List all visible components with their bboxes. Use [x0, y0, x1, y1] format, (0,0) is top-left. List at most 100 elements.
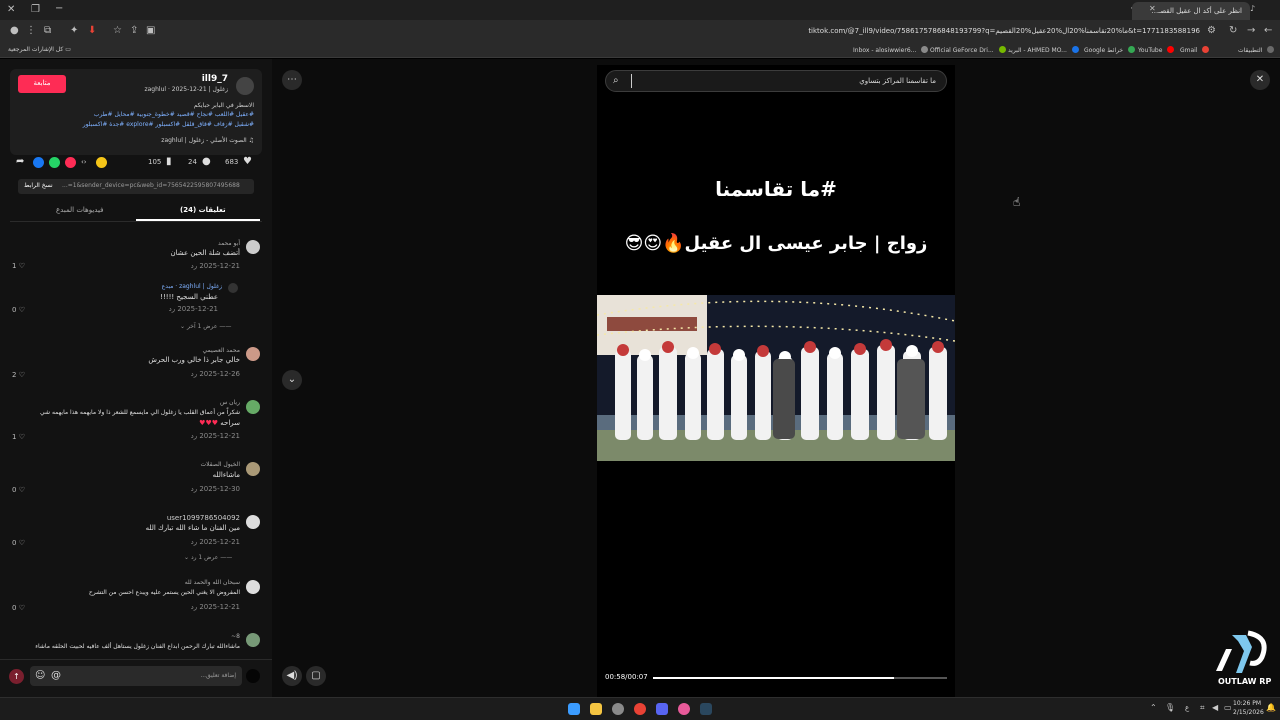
- user-avatar[interactable]: [246, 669, 260, 683]
- comment-author[interactable]: user1099786504092: [167, 514, 240, 522]
- video-progress-track[interactable]: [653, 677, 947, 679]
- battery-icon[interactable]: ▭: [1224, 703, 1232, 712]
- forward-icon[interactable]: →: [1247, 26, 1255, 36]
- clock-time[interactable]: 10:26 PM: [1233, 700, 1261, 707]
- comment-like[interactable]: 0 ♡: [12, 604, 25, 612]
- bookmark-mail[interactable]: البريد - AHMED MO...: [1008, 46, 1079, 54]
- comment-avatar[interactable]: [246, 580, 260, 594]
- post-hashtags-1[interactable]: #عقيل #اللعب #نجاح #قصيد #خطوة_جنوبية #م…: [94, 111, 254, 118]
- bookmark-apps[interactable]: التطبيقات: [1238, 46, 1275, 54]
- view-more-replies[interactable]: —— عرض 1 رد ⌄: [184, 554, 232, 561]
- comment-avatar[interactable]: [246, 240, 260, 254]
- pip-button[interactable]: ▢: [306, 666, 326, 686]
- steam-icon[interactable]: [700, 703, 712, 715]
- share-icon[interactable]: ⇪: [130, 26, 138, 36]
- comment-like[interactable]: 0 ♡: [12, 306, 25, 314]
- post-hashtags-2[interactable]: #شقيل #زفاف #قاق_قلقل #اكسبلور #explore …: [83, 121, 254, 128]
- comment-author[interactable]: محمد العصيمي: [203, 347, 241, 354]
- comment-like[interactable]: 1 ♡: [12, 262, 25, 270]
- puzzle-icon[interactable]: ✦: [70, 26, 78, 36]
- comment-avatar[interactable]: [246, 633, 260, 647]
- comment-author[interactable]: الخيول الصقلات: [200, 461, 240, 468]
- whatsapp-icon[interactable]: [49, 157, 60, 168]
- back-icon[interactable]: ←: [1264, 26, 1272, 36]
- comment-avatar[interactable]: [246, 515, 260, 529]
- view-more-replies[interactable]: —— عرض 1 آخر ⌄: [180, 323, 231, 330]
- save-icon[interactable]: ▮: [166, 156, 172, 167]
- next-video-button[interactable]: ⌄: [282, 370, 302, 390]
- comment-avatar[interactable]: [246, 347, 260, 361]
- refresh-icon[interactable]: ↻: [1229, 26, 1237, 36]
- clock-date[interactable]: 2/15/2026: [1233, 709, 1264, 716]
- volume-tray-icon[interactable]: ◀: [1212, 703, 1218, 712]
- star-icon[interactable]: ☆: [113, 26, 122, 36]
- extensions-icon[interactable]: ⧉: [44, 26, 51, 36]
- close-video-button[interactable]: ✕: [1250, 70, 1270, 90]
- bookmark-gmail[interactable]: Gmail: [1180, 46, 1210, 54]
- notification-icon[interactable]: 🔔: [1266, 703, 1276, 712]
- bookmark-youtube[interactable]: YouTube: [1138, 46, 1175, 54]
- tab-comments[interactable]: تعليقات (24): [180, 206, 226, 214]
- comment-author[interactable]: زغلول | zaghlul · مبدع: [162, 283, 222, 290]
- mic-icon[interactable]: 🎙: [1165, 703, 1175, 712]
- tab-creator-videos[interactable]: فيديوهات المبدع: [56, 206, 103, 214]
- comment-author[interactable]: ريان س: [220, 399, 240, 406]
- embed-icon[interactable]: ‹›: [81, 158, 87, 166]
- video-search-bar[interactable]: ⌕ ما تقاسمنا المراكز بتساوي: [605, 70, 947, 92]
- send-comment-icon[interactable]: ↑: [9, 669, 24, 684]
- facebook-icon[interactable]: [33, 157, 44, 168]
- comment-like[interactable]: 2 ♡: [12, 371, 25, 379]
- mention-icon[interactable]: @: [51, 670, 61, 681]
- install-icon[interactable]: ▣: [146, 26, 155, 36]
- profile-icon[interactable]: ●: [10, 26, 19, 36]
- file-explorer-icon[interactable]: [590, 703, 602, 715]
- comment-avatar[interactable]: [246, 462, 260, 476]
- site-settings-icon[interactable]: ⚙: [1207, 26, 1216, 36]
- all-bookmarks-link[interactable]: كل الإشارات المرجعية ▭: [8, 46, 71, 53]
- download-icon[interactable]: ⬇: [88, 26, 96, 36]
- follow-button[interactable]: متابعة: [18, 75, 66, 93]
- volume-button[interactable]: ◀): [282, 666, 302, 686]
- settings-icon[interactable]: [612, 703, 624, 715]
- restore-window-icon[interactable]: ❐: [31, 5, 40, 15]
- bookmark-inbox[interactable]: Inbox - alosiwwier6...: [853, 46, 929, 54]
- app-icon[interactable]: [678, 703, 690, 715]
- minimize-window-icon[interactable]: −: [55, 4, 63, 14]
- more-options-button[interactable]: ⋯: [282, 70, 302, 90]
- bookmark-geforce[interactable]: Official GeForce Dri...: [930, 46, 1006, 54]
- comment-like[interactable]: 0 ♡: [12, 539, 25, 547]
- comment-like[interactable]: 0 ♡: [12, 486, 25, 494]
- creator-username[interactable]: ill9_7: [202, 74, 228, 84]
- like-icon[interactable]: ♥: [243, 156, 252, 167]
- chrome-icon[interactable]: [634, 703, 646, 715]
- comment-avatar[interactable]: [228, 283, 238, 293]
- post-sound[interactable]: ♫ الصوت الأصلي - زغلول | zaghlul: [161, 137, 254, 144]
- url-field[interactable]: tiktok.com/@7_ill9/video/758617578684819…: [220, 23, 1200, 39]
- creator-avatar[interactable]: [236, 77, 254, 95]
- comment-author[interactable]: سبحان الله والحمد لله: [185, 579, 240, 586]
- comment-text: ماشاءالله تبارك الرحمن ابداع الفنان زغلو…: [35, 643, 240, 650]
- network-icon[interactable]: ⌗: [1200, 703, 1205, 713]
- windows-start-icon[interactable]: [568, 703, 580, 715]
- emoji-icon[interactable]: ☺: [35, 670, 45, 681]
- tab-close-icon[interactable]: ✕: [1149, 5, 1156, 13]
- menu-dots-icon[interactable]: ⋮: [26, 26, 36, 36]
- bookmark-maps[interactable]: Google خرائط: [1084, 46, 1136, 54]
- emoji-share-icon[interactable]: [96, 157, 107, 168]
- comment-avatar[interactable]: [246, 400, 260, 414]
- close-window-icon[interactable]: ✕: [7, 5, 15, 15]
- search-icon[interactable]: ⌕: [613, 75, 619, 86]
- comment-like[interactable]: 1 ♡: [12, 433, 25, 441]
- comment-author[interactable]: 8~: [231, 633, 240, 640]
- comment-input-box[interactable]: ☺ @ إضافة تعليق...: [30, 666, 242, 686]
- video-player[interactable]: ⌕ ما تقاسمنا المراكز بتساوي #ما تقاسمنا …: [597, 65, 955, 697]
- copy-link-button[interactable]: نسخ الرابط: [24, 182, 53, 189]
- discord-icon[interactable]: [656, 703, 668, 715]
- comment-author[interactable]: أبو محمد: [218, 240, 240, 247]
- language-icon[interactable]: ع: [1185, 704, 1189, 712]
- comment-icon[interactable]: ●: [202, 156, 211, 167]
- telegram-icon[interactable]: [65, 157, 76, 168]
- tray-chevron-icon[interactable]: ⌃: [1150, 703, 1157, 712]
- post-link-value[interactable]: ...=1&sender_device=pc&web_id=7565422595…: [62, 182, 240, 189]
- share-arrow-icon[interactable]: ➦: [16, 156, 24, 167]
